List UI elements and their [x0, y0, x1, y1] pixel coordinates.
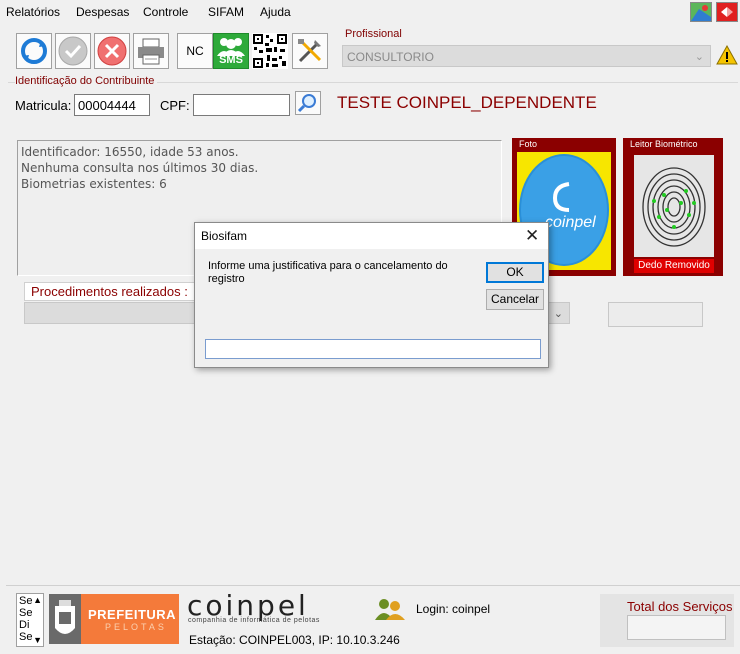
scroll-up-icon[interactable]: ▲	[33, 595, 42, 605]
scroll-down-icon[interactable]: ▼	[33, 635, 42, 645]
qr-code-button[interactable]	[252, 33, 288, 69]
photo-logo-text: coinpel	[545, 214, 596, 231]
cpf-input[interactable]	[193, 94, 290, 116]
total-panel: Total dos Serviços	[600, 594, 734, 647]
search-icon	[297, 94, 316, 113]
sms-label: SMS	[219, 54, 243, 66]
biometric-label: Leitor Biométrico	[630, 139, 698, 149]
qr-code-icon	[252, 33, 288, 69]
dialog-message: Informe uma justificativa para o cancela…	[208, 260, 448, 285]
services-list[interactable]: Se Se Di Se ▲ ▼	[16, 593, 44, 647]
info-line: Biometrias existentes: 6	[21, 177, 167, 191]
people-icon	[217, 38, 245, 56]
menu-bar: Relatórios Despesas Controle SIFAM Ajuda	[0, 0, 740, 24]
menu-sifam[interactable]: SIFAM	[208, 5, 244, 19]
confirm-button[interactable]	[55, 33, 91, 69]
prefeitura-line2: PELOTAS	[105, 622, 167, 632]
chevron-down-icon: ⌄	[694, 51, 704, 63]
dialog-title: Biosifam	[201, 229, 248, 243]
menu-relatorios[interactable]: Relatórios	[6, 5, 60, 19]
fingerprint-image	[634, 155, 714, 257]
photo-label: Foto	[519, 139, 538, 149]
ok-button[interactable]: OK	[486, 262, 544, 283]
fingerprint-icon	[634, 155, 714, 257]
total-label: Total dos Serviços	[627, 599, 733, 614]
list-item: Di	[19, 619, 30, 631]
menu-controle[interactable]: Controle	[143, 5, 188, 19]
matricula-label: Matricula:	[15, 98, 72, 113]
tools-button[interactable]	[292, 33, 328, 69]
biometric-status: Dedo Removido	[634, 259, 714, 273]
chevron-down-icon: ⌄	[553, 308, 563, 320]
cpf-label: CPF:	[160, 98, 190, 113]
menu-despesas[interactable]: Despesas	[76, 5, 129, 19]
search-button[interactable]	[295, 91, 321, 115]
contribuinte-group-label: Identificação do Contribuinte	[15, 75, 158, 87]
list-item: Se	[19, 631, 33, 643]
print-button[interactable]	[133, 33, 169, 69]
profissional-select[interactable]: CONSULTORIO ⌄	[342, 45, 711, 67]
refresh-button[interactable]	[16, 33, 52, 69]
cancel-button[interactable]: Cancelar	[486, 289, 544, 310]
total-value	[627, 615, 726, 640]
tools-icon	[298, 39, 322, 63]
list-item: Se	[19, 595, 33, 607]
nc-label: NC	[186, 44, 204, 58]
menu-ajuda[interactable]: Ajuda	[260, 5, 291, 19]
warning-icon[interactable]	[716, 44, 738, 67]
prefeitura-line1: PREFEITURA	[88, 607, 177, 622]
pelotas-crest-icon	[49, 594, 81, 644]
sms-button[interactable]: SMS	[213, 33, 249, 69]
contribuinte-name: TESTE COINPEL_DEPENDENTE	[337, 93, 597, 112]
cancel-icon	[97, 36, 127, 66]
refresh-icon	[21, 38, 47, 64]
profissional-label: Profissional	[345, 28, 402, 40]
cancel-record-button[interactable]	[94, 33, 130, 69]
station-info: Estação: COINPEL003, IP: 10.10.3.246	[189, 633, 400, 647]
matricula-input[interactable]	[74, 94, 150, 116]
check-icon	[58, 36, 88, 66]
prefeitura-logo: PREFEITURA PELOTAS	[81, 594, 179, 644]
users-icon	[373, 596, 407, 620]
map-icon[interactable]	[690, 2, 712, 22]
close-icon[interactable]: ✕	[525, 226, 539, 246]
info-line: Identificador: 16550, idade 53 anos.	[21, 145, 239, 159]
info-line: Nenhuma consulta nos últimos 30 dias.	[21, 161, 259, 175]
exit-icon[interactable]	[716, 2, 738, 22]
profissional-value: CONSULTORIO	[347, 50, 434, 64]
justification-dialog: Biosifam ✕ Informe uma justificativa par…	[194, 222, 549, 368]
list-item: Se	[19, 607, 33, 619]
dialog-title-bar: Biosifam ✕	[195, 223, 548, 249]
coinpel-tagline: companhia de informática de pelotas	[188, 617, 320, 624]
biometric-panel: Leitor Biométrico Dedo Removido	[623, 138, 723, 276]
login-info: Login: coinpel	[416, 602, 491, 616]
nc-button[interactable]: NC	[177, 33, 213, 69]
procedures-value-box	[608, 302, 703, 327]
justification-input[interactable]	[205, 339, 541, 359]
procedures-label: Procedimentos realizados :	[24, 282, 195, 301]
printer-icon	[138, 38, 164, 65]
